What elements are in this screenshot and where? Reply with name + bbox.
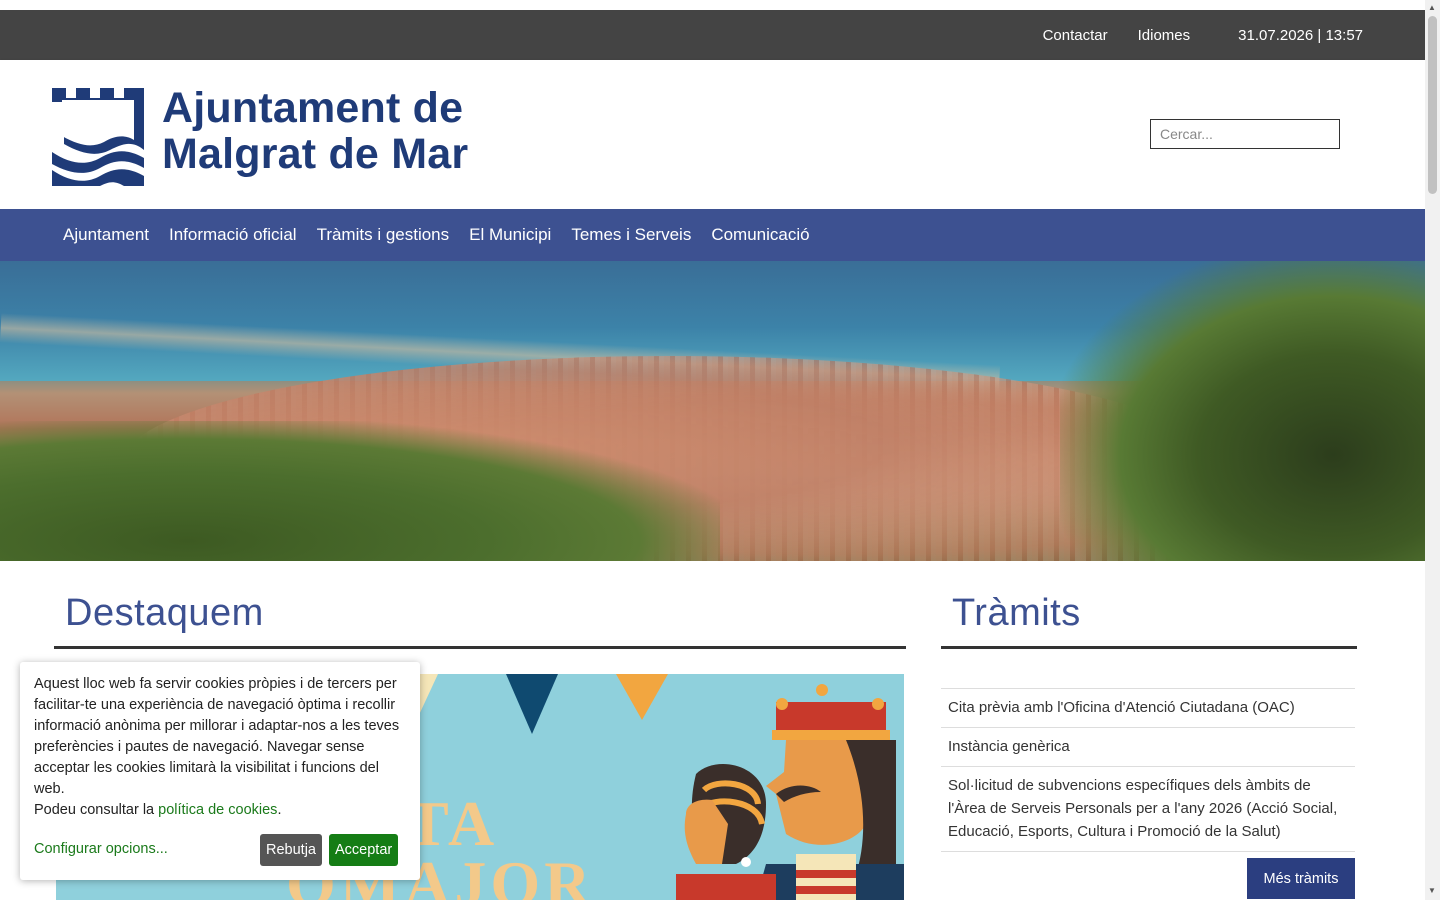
nav-item-comunicacio[interactable]: Comunicació: [711, 225, 809, 245]
tramits-list: Cita prèvia amb l'Oficina d'Atenció Ciut…: [941, 688, 1355, 852]
feature-text-line-1: TA: [406, 788, 499, 859]
nav-item-tramits-gestions[interactable]: Tràmits i gestions: [317, 225, 450, 245]
contact-link[interactable]: Contactar: [1043, 27, 1108, 44]
nav-item-temes-serveis[interactable]: Temes i Serveis: [571, 225, 691, 245]
hero-trees-right: [1060, 261, 1425, 561]
cookie-message: Aquest lloc web fa servir cookies pròpie…: [34, 676, 400, 797]
main-nav: Ajuntament Informació oficial Tràmits i …: [0, 209, 1425, 261]
destaquem-title: Destaquem: [65, 592, 264, 634]
bunting-flag: [506, 674, 558, 734]
cookie-policy-prefix: Podeu consultar la: [34, 802, 159, 818]
nav-item-informacio-oficial[interactable]: Informació oficial: [169, 225, 297, 245]
tramits-title: Tràmits: [952, 592, 1081, 634]
cookie-consent-dialog: Aquest lloc web fa servir cookies pròpie…: [20, 662, 420, 880]
header: Ajuntament de Malgrat de Mar: [0, 60, 1425, 210]
logo-text: Ajuntament de Malgrat de Mar: [162, 85, 468, 177]
accept-button[interactable]: Acceptar: [329, 834, 399, 866]
top-bar: Contactar Idiomes 31.07.2026 | 13:57: [0, 10, 1425, 60]
cookie-policy-suffix: .: [277, 802, 282, 818]
giants-illustration-icon: [676, 684, 904, 900]
cookie-policy-link[interactable]: política de cookies: [158, 802, 277, 818]
date-time: 31.07.2026 | 13:57: [1238, 26, 1363, 44]
scrollbar[interactable]: ▲ ▼: [1425, 0, 1440, 900]
top-links: Contactar Idiomes 31.07.2026 | 13:57: [1013, 10, 1363, 60]
logo-line-1: Ajuntament de: [162, 84, 464, 132]
list-item[interactable]: Instància genèrica: [941, 727, 1355, 766]
scroll-down-arrow-icon[interactable]: ▼: [1428, 886, 1436, 895]
tramits-divider: [941, 646, 1357, 649]
castle-wave-logo-icon: [52, 88, 144, 186]
hero-image: [0, 261, 1425, 561]
list-item[interactable]: Cita prèvia amb l'Oficina d'Atenció Ciut…: [941, 688, 1355, 727]
scroll-up-arrow-icon[interactable]: ▲: [1428, 3, 1436, 12]
configure-options-link[interactable]: Configurar opcions...: [34, 839, 168, 860]
search-input[interactable]: [1150, 119, 1340, 149]
hero-trees-left: [0, 421, 720, 561]
nav-item-ajuntament[interactable]: Ajuntament: [63, 225, 149, 245]
nav-item-el-municipi[interactable]: El Municipi: [469, 225, 551, 245]
site-logo[interactable]: Ajuntament de Malgrat de Mar: [52, 85, 468, 186]
cookie-policy-line: Podeu consultar la política de cookies.: [34, 800, 406, 821]
logo-line-2: Malgrat de Mar: [162, 130, 469, 178]
list-item[interactable]: Sol·licitud de subvencions específiques …: [941, 766, 1355, 852]
more-tramits-button[interactable]: Més tràmits: [1247, 858, 1355, 899]
scrollbar-thumb[interactable]: [1428, 16, 1437, 194]
page: Contactar Idiomes 31.07.2026 | 13:57 Aju…: [0, 0, 1440, 900]
languages-link[interactable]: Idiomes: [1138, 27, 1191, 44]
destaquem-divider: [54, 646, 906, 649]
reject-button[interactable]: Rebutja: [260, 834, 322, 866]
